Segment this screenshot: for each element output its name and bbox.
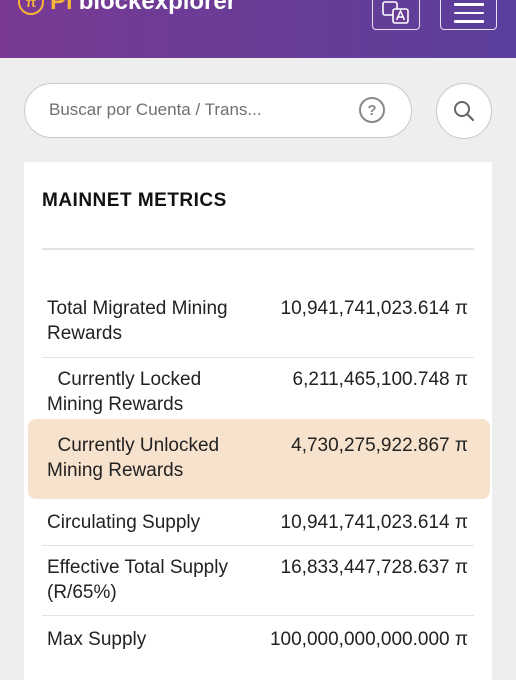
site-logo[interactable]: π Pi blockexplorer	[18, 0, 236, 16]
metric-value: 10,941,741,023.614 π	[280, 298, 468, 319]
hamburger-menu-icon	[453, 3, 484, 23]
magnifier-icon	[454, 101, 475, 122]
mainnet-metrics-card: MAINNET METRICS Total Migrated Mining Re…	[24, 162, 492, 680]
search-input[interactable]	[49, 84, 359, 136]
metric-row-effective-total-supply: Effective Total Supply (R/65%) 16,833,44…	[42, 548, 474, 616]
metric-row-circulating-supply: Circulating Supply 10,941,741,023.614 π	[42, 503, 474, 546]
metric-label: Currently Unlocked Mining Rewards	[47, 435, 220, 481]
metric-value: 16,833,447,728.637 π	[280, 557, 468, 578]
metric-row-total-migrated: Total Migrated Mining Rewards 10,941,741…	[42, 290, 474, 358]
metric-value: 4,730,275,922.867 π	[291, 435, 468, 456]
title-divider	[42, 248, 474, 250]
metric-value: 6,211,465,100.748 π	[292, 369, 468, 390]
question-circle-icon[interactable]: ?	[359, 97, 385, 123]
menu-button[interactable]	[440, 0, 497, 30]
card-title: MAINNET METRICS	[42, 190, 227, 211]
metric-row-max-supply: Max Supply 100,000,000,000.000 π	[42, 619, 474, 663]
top-header: π Pi blockexplorer	[0, 0, 516, 58]
search-button[interactable]	[436, 83, 492, 139]
search-bar: ?	[24, 83, 412, 138]
logo-pi-text: Pi	[50, 0, 73, 15]
metric-label: Effective Total Supply (R/65%)	[47, 557, 228, 603]
metric-value: 10,941,741,023.614 π	[280, 512, 468, 533]
metric-value: 100,000,000,000.000 π	[269, 629, 468, 650]
metric-label: Currently Locked Mining Rewards	[47, 369, 202, 415]
logo-brand-text: blockexplorer	[78, 0, 237, 15]
metric-label: Circulating Supply	[47, 512, 201, 533]
translate-icon	[382, 1, 409, 24]
pi-logo-icon: π	[18, 0, 44, 15]
metric-label: Total Migrated Mining Rewards	[47, 298, 228, 344]
metric-label: Max Supply	[47, 629, 147, 650]
metric-row-currently-unlocked: Currently Unlocked Mining Rewards 4,730,…	[28, 419, 490, 499]
language-button[interactable]	[372, 0, 420, 30]
